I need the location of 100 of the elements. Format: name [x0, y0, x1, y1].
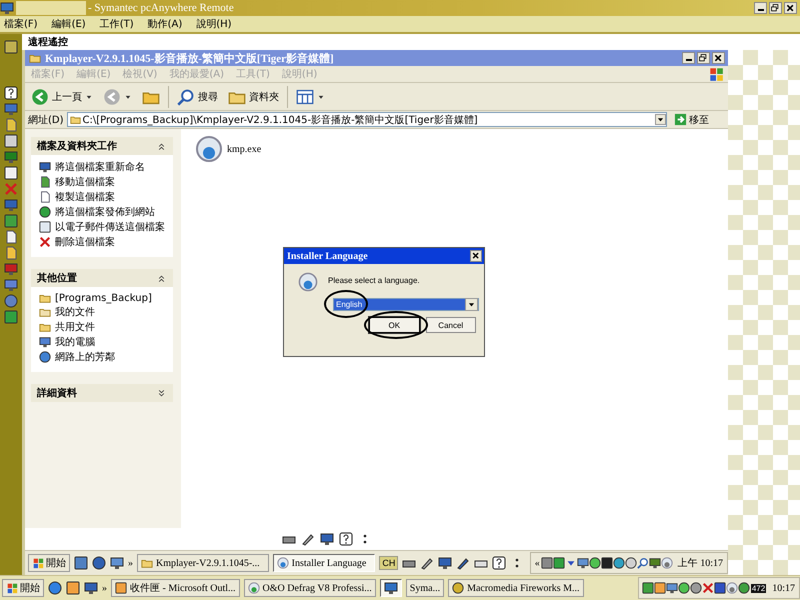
restore-icon	[698, 52, 709, 64]
restore-button[interactable]	[769, 2, 782, 14]
caret-icon	[467, 300, 476, 309]
pane-header[interactable]: 檔案及資料夾工作	[31, 137, 173, 155]
window-title: - Symantec pcAnywhere Remote	[88, 2, 235, 14]
tile-icon	[74, 556, 88, 570]
monitor-icon	[84, 581, 98, 595]
flag-icon	[6, 582, 18, 594]
views-icon	[296, 88, 314, 106]
address-field[interactable]: C:\[Programs_Backup]\Kmplayer-V2.9.1.1045-影音播放-繁簡中文版[Tiger影音媒體]	[66, 112, 667, 127]
file-item[interactable]: kmp.exe	[195, 135, 262, 163]
language-indicator[interactable]: CH	[379, 556, 398, 570]
monitor-icon	[4, 198, 18, 212]
taskbar-button[interactable]: 收件匣 - Microsoft Outl...	[111, 579, 240, 597]
close-button[interactable]	[470, 250, 482, 262]
tray-icon	[636, 557, 649, 569]
taskbar-button[interactable]: Syma...	[406, 579, 444, 597]
tray-icon	[660, 557, 673, 569]
circle-icon	[4, 294, 18, 308]
help-icon	[492, 556, 506, 570]
go-button[interactable]: 移至	[670, 112, 725, 126]
taskbar-button[interactable]: Kmplayer-V2.9.1.1045-...	[137, 554, 269, 572]
search-icon	[177, 88, 195, 106]
minimize-button[interactable]	[754, 2, 767, 14]
tray-icon	[726, 582, 738, 594]
circle-icon	[452, 582, 464, 594]
pane-link[interactable]: 以電子郵件傳送這個檔案	[39, 220, 167, 234]
start-button[interactable]: 開始	[2, 579, 44, 597]
window-title: Kmplayer-V2.9.1.1045-影音播放-繁簡中文版[Tiger影音媒體]	[45, 52, 335, 66]
monitor-icon	[110, 556, 124, 570]
computer-icon	[39, 336, 51, 348]
taskbar-button[interactable]	[380, 579, 402, 597]
pane-link[interactable]: 將這個檔案發佈到網站	[39, 205, 167, 219]
close-icon	[785, 2, 796, 14]
help-icon	[4, 86, 18, 100]
clock: 10:17	[771, 582, 795, 594]
tray-chevron[interactable]: «	[534, 558, 540, 568]
close-button[interactable]	[712, 52, 725, 64]
menu-item[interactable]: 動作(A)	[148, 17, 182, 31]
more-chevron[interactable]: »	[128, 558, 133, 568]
more-chevron[interactable]: »	[102, 582, 107, 594]
monitor-icon	[4, 102, 18, 116]
cancel-button[interactable]: Cancel	[426, 317, 476, 333]
flag-icon	[708, 66, 724, 82]
restore-button[interactable]	[697, 52, 710, 64]
pane-header[interactable]: 其他位置	[31, 269, 173, 287]
page-icon	[4, 118, 18, 132]
folders-button[interactable]: 資料夾	[226, 86, 281, 106]
menu-item[interactable]: 工作(T)	[100, 17, 134, 31]
address-label: 網址(D)	[28, 114, 64, 126]
tray-icon	[666, 582, 678, 594]
pane-header[interactable]: 詳細資料	[31, 384, 173, 402]
taskbar-button[interactable]: Macromedia Fireworks M...	[448, 579, 584, 597]
folder-icon	[141, 557, 153, 569]
pane-link[interactable]: 移動這個檔案	[39, 175, 167, 189]
tray-icon	[624, 557, 637, 569]
close-icon	[713, 52, 724, 64]
pane-link[interactable]: 共用文件	[39, 320, 167, 334]
tray-icon	[540, 557, 553, 569]
pane-link[interactable]: [Programs_Backup]	[39, 292, 167, 304]
pane-link[interactable]: 複製這個檔案	[39, 190, 167, 204]
folder-icon	[29, 52, 41, 64]
pane-link[interactable]: 我的文件	[39, 305, 167, 319]
pane-link[interactable]: 我的電腦	[39, 335, 167, 349]
tray-icon	[552, 557, 565, 569]
minimize-button[interactable]	[682, 52, 695, 64]
tile-icon	[4, 310, 18, 324]
start-button[interactable]: 開始	[28, 554, 70, 572]
tray-icon	[600, 557, 613, 569]
menu-item[interactable]: 說明(H)	[196, 17, 232, 31]
tray-icon	[738, 582, 750, 594]
monitor-icon	[4, 278, 18, 292]
pane-link[interactable]: 將這個檔案重新命名	[39, 160, 167, 174]
minimize-icon	[756, 8, 764, 11]
monitor-icon	[384, 581, 398, 595]
pane-link[interactable]: 網路上的芳鄰	[39, 350, 167, 364]
back-button[interactable]: 上一頁	[29, 86, 95, 106]
tray-badge: 472	[750, 584, 766, 592]
help-icon	[339, 532, 353, 546]
tray-icon	[576, 557, 589, 569]
dropdown-button[interactable]	[655, 114, 666, 125]
monitor-icon	[4, 150, 18, 164]
close-button[interactable]	[784, 2, 797, 14]
tile-icon	[4, 214, 18, 228]
folder-icon	[39, 306, 51, 318]
flag-icon	[32, 557, 44, 569]
dialog-title: Installer Language	[287, 250, 368, 262]
taskbar-button[interactable]: Installer Language	[272, 554, 376, 572]
menu-item[interactable]: 編輯(E)	[52, 17, 86, 31]
clock: 上午 10:17	[676, 556, 723, 570]
taskbar-button[interactable]: O&O Defrag V8 Professi...	[244, 579, 376, 597]
language-select[interactable]: English	[333, 298, 479, 311]
folder-icon	[70, 114, 81, 125]
tray-icon	[714, 582, 726, 594]
circle-icon	[92, 556, 106, 570]
menu-item[interactable]: 檔案(F)	[4, 17, 38, 31]
pane-link[interactable]: 刪除這個檔案	[39, 235, 167, 249]
search-button[interactable]: 搜尋	[175, 86, 220, 106]
folder-icon	[39, 321, 51, 333]
ok-button[interactable]: OK	[369, 317, 420, 333]
